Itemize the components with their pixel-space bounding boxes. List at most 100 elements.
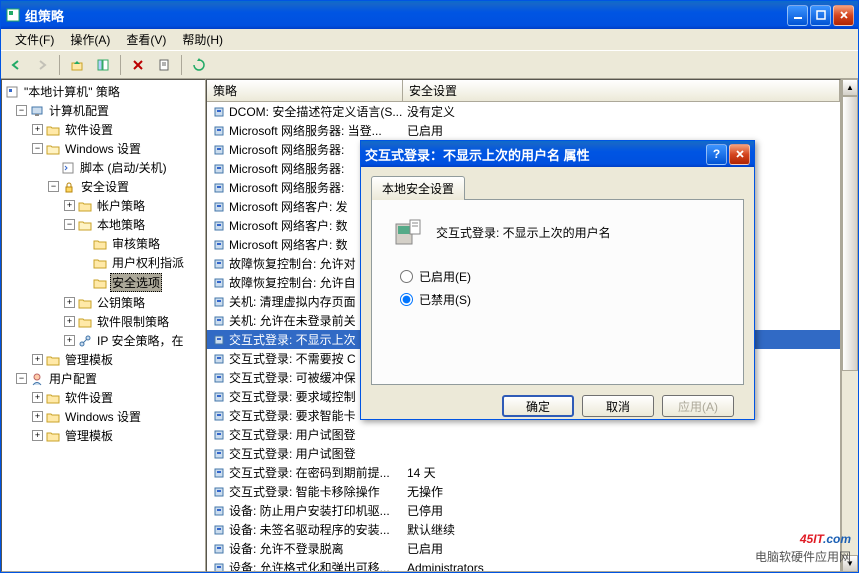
- radio-group: 已启用(E) 已禁用(S): [400, 268, 723, 308]
- radio-enabled-input[interactable]: [400, 270, 413, 283]
- menubar: 文件(F) 操作(A) 查看(V) 帮助(H): [1, 29, 858, 51]
- tree-software-settings-2[interactable]: +软件设置: [4, 388, 203, 407]
- tree-user-rights[interactable]: 用户权利指派: [4, 253, 203, 272]
- forward-button[interactable]: [31, 54, 53, 76]
- show-hide-tree-button[interactable]: [92, 54, 114, 76]
- list-cell-setting: [403, 444, 840, 463]
- expand-icon[interactable]: +: [64, 316, 75, 327]
- tree-scripts[interactable]: 脚本 (启动/关机): [4, 158, 203, 177]
- apply-button[interactable]: 应用(A): [662, 395, 734, 417]
- script-icon: [60, 161, 76, 175]
- list-cell-policy: 交互式登录: 在密码到期前提...: [207, 463, 403, 482]
- list-cell-setting: 已启用: [403, 121, 840, 140]
- expand-icon[interactable]: +: [32, 430, 43, 441]
- policy-folder-icon: [77, 218, 93, 232]
- scroll-track[interactable]: [842, 96, 858, 555]
- tree-root[interactable]: "本地计算机" 策略: [4, 82, 203, 101]
- tab-local-security[interactable]: 本地安全设置: [371, 176, 465, 200]
- radio-disabled[interactable]: 已禁用(S): [400, 291, 723, 308]
- list-row[interactable]: 设备: 允许不登录脱离已启用: [207, 539, 840, 558]
- dialog-heading: 交互式登录: 不显示上次的用户名: [436, 224, 611, 241]
- radio-disabled-input[interactable]: [400, 293, 413, 306]
- tree-software-settings[interactable]: +软件设置: [4, 120, 203, 139]
- toolbar: [1, 51, 858, 79]
- watermark-logo: 45IT.com: [755, 527, 851, 548]
- tree-software-restrict[interactable]: +软件限制策略: [4, 312, 203, 331]
- tree-audit-policy[interactable]: 审核策略: [4, 234, 203, 253]
- minimize-button[interactable]: [787, 5, 808, 26]
- collapse-icon[interactable]: −: [16, 105, 27, 116]
- expand-icon[interactable]: +: [32, 354, 43, 365]
- policy-item-icon: [211, 523, 227, 537]
- up-folder-button[interactable]: [66, 54, 88, 76]
- tree-windows-settings-2[interactable]: +Windows 设置: [4, 407, 203, 426]
- tree-windows-settings[interactable]: −Windows 设置: [4, 139, 203, 158]
- vertical-scrollbar[interactable]: ▲ ▼: [841, 79, 858, 572]
- tree-account-policy[interactable]: +帐户策略: [4, 196, 203, 215]
- col-policy[interactable]: 策略: [207, 80, 403, 101]
- dialog-help-button[interactable]: ?: [706, 144, 727, 165]
- tree-local-policy[interactable]: −本地策略: [4, 215, 203, 234]
- list-row[interactable]: 设备: 防止用户安装打印机驱...已停用: [207, 501, 840, 520]
- close-button[interactable]: [833, 5, 854, 26]
- dialog-close-button[interactable]: [729, 144, 750, 165]
- policy-item-icon: [211, 485, 227, 499]
- tree-ip-security[interactable]: +IP 安全策略，在: [4, 331, 203, 350]
- delete-button[interactable]: [127, 54, 149, 76]
- list-row[interactable]: 交互式登录: 在密码到期前提...14 天: [207, 463, 840, 482]
- expand-icon[interactable]: +: [32, 411, 43, 422]
- properties-button[interactable]: [153, 54, 175, 76]
- properties-dialog: 交互式登录：不显示上次的用户名 属性 ? 本地安全设置 交互式登录: 不显示上次…: [360, 140, 755, 420]
- tree-user-config[interactable]: −用户配置: [4, 369, 203, 388]
- collapse-icon[interactable]: −: [48, 181, 59, 192]
- tree-security-options[interactable]: 安全选项: [4, 272, 203, 293]
- main-titlebar: 组策略: [1, 1, 858, 29]
- policy-item-icon: [211, 466, 227, 480]
- back-button[interactable]: [5, 54, 27, 76]
- expand-icon[interactable]: +: [32, 124, 43, 135]
- folder-icon: [45, 123, 61, 137]
- cancel-button[interactable]: 取消: [582, 395, 654, 417]
- refresh-button[interactable]: [188, 54, 210, 76]
- list-row[interactable]: Microsoft 网络服务器: 当登...已启用: [207, 121, 840, 140]
- scroll-thumb[interactable]: [842, 96, 858, 371]
- ok-button[interactable]: 确定: [502, 395, 574, 417]
- menu-help[interactable]: 帮助(H): [174, 29, 231, 50]
- collapse-icon[interactable]: −: [32, 143, 43, 154]
- list-row[interactable]: DCOM: 安全描述符定义语言(S...没有定义: [207, 102, 840, 121]
- expand-icon[interactable]: +: [64, 335, 75, 346]
- list-row[interactable]: 交互式登录: 用户试图登: [207, 425, 840, 444]
- policy-item-icon: [211, 143, 227, 157]
- expand-icon[interactable]: +: [32, 392, 43, 403]
- tree-admin-templates-2[interactable]: +管理模板: [4, 426, 203, 445]
- dialog-body: 本地安全设置 交互式登录: 不显示上次的用户名 已启用(E) 已禁用(S): [361, 167, 754, 427]
- menu-action[interactable]: 操作(A): [62, 29, 118, 50]
- collapse-icon[interactable]: −: [64, 219, 75, 230]
- folder-icon: [45, 391, 61, 405]
- scroll-up-button[interactable]: ▲: [842, 79, 858, 96]
- maximize-button[interactable]: [810, 5, 831, 26]
- radio-enabled[interactable]: 已启用(E): [400, 268, 723, 285]
- policy-item-icon: [211, 371, 227, 385]
- tree-panel[interactable]: "本地计算机" 策略 −计算机配置 +软件设置 −Windows 设置 脚本 (…: [1, 79, 206, 572]
- policy-folder-icon: [92, 256, 108, 270]
- tree-computer-config[interactable]: −计算机配置: [4, 101, 203, 120]
- expand-icon[interactable]: +: [64, 297, 75, 308]
- list-row[interactable]: 交互式登录: 用户试图登: [207, 444, 840, 463]
- tree-admin-templates[interactable]: +管理模板: [4, 350, 203, 369]
- list-cell-policy: 设备: 未签名驱动程序的安装...: [207, 520, 403, 539]
- collapse-icon[interactable]: −: [16, 373, 27, 384]
- list-cell-policy: 设备: 允许格式化和弹出可移...: [207, 558, 403, 571]
- menu-view[interactable]: 查看(V): [118, 29, 174, 50]
- user-icon: [29, 372, 45, 386]
- list-row[interactable]: 交互式登录: 智能卡移除操作无操作: [207, 482, 840, 501]
- tree-public-key[interactable]: +公钥策略: [4, 293, 203, 312]
- dialog-buttons: 确定 取消 应用(A): [371, 385, 744, 417]
- col-setting[interactable]: 安全设置: [403, 80, 840, 101]
- list-row[interactable]: 设备: 允许格式化和弹出可移...Administrators: [207, 558, 840, 571]
- menu-file[interactable]: 文件(F): [7, 29, 62, 50]
- policy-item-icon: [211, 200, 227, 214]
- list-row[interactable]: 设备: 未签名驱动程序的安装...默认继续: [207, 520, 840, 539]
- tree-security-settings[interactable]: −安全设置: [4, 177, 203, 196]
- expand-icon[interactable]: +: [64, 200, 75, 211]
